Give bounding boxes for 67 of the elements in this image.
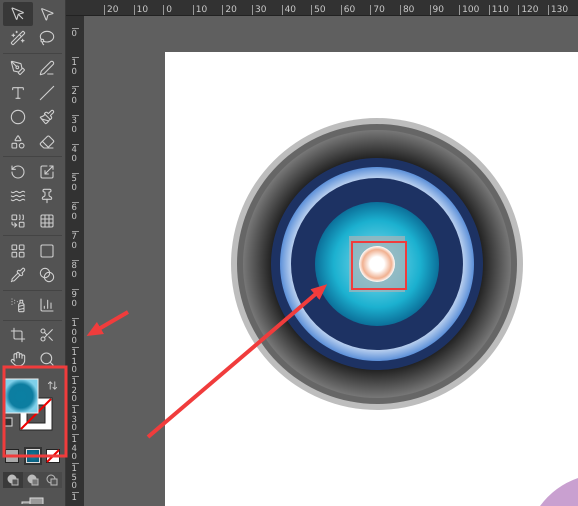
ruler-label: 80 — [72, 260, 78, 289]
lasso-icon — [39, 30, 56, 46]
ruler-label: 70 — [72, 231, 78, 260]
hand-icon — [10, 351, 26, 368]
ruler-label: 30 — [72, 115, 78, 144]
ruler-label: 100 — [459, 5, 489, 15]
ruler-label: 130 — [548, 5, 578, 15]
ruler-label: 90 — [72, 289, 78, 318]
swap-arrow-icon[interactable] — [47, 380, 58, 392]
rotate-icon — [10, 164, 26, 180]
filled-cursor-icon — [39, 6, 56, 22]
bar-graph-icon — [39, 296, 56, 313]
scale-icon — [39, 164, 56, 180]
ruler-label: 140 — [72, 434, 78, 463]
ruler-label: 70 — [370, 5, 400, 15]
shapes-icon — [10, 134, 26, 150]
scissors-icon — [39, 326, 56, 343]
ruler-label: 20 — [72, 86, 78, 115]
ruler-label: 150 — [72, 463, 78, 492]
draw-mode-button[interactable] — [3, 472, 23, 488]
round-shape — [540, 478, 578, 506]
ruler-label: 20 — [104, 5, 134, 15]
ruler-label: 110 — [72, 347, 78, 376]
ruler-label: 0 — [72, 28, 78, 57]
ruler-label: 10 — [72, 57, 78, 86]
ruler-label: 30 — [252, 5, 282, 15]
ruler-label: 130 — [72, 405, 78, 434]
ruler-label: 0 — [163, 5, 193, 15]
ruler-label: 60 — [340, 5, 370, 15]
ruler-label: 50 — [311, 5, 341, 15]
tool-button[interactable] — [3, 2, 32, 26]
ruler-label: 120 — [72, 376, 78, 405]
paintbrush-icon — [39, 109, 56, 126]
ruler-label: 100 — [72, 318, 78, 347]
ruler-label: 110 — [488, 5, 518, 15]
pen-nib-icon — [10, 60, 26, 76]
pen-curve-icon — [39, 60, 56, 76]
ruler-label: 120 — [518, 5, 548, 15]
circle-icon — [10, 109, 26, 126]
ruler-label: 10 — [192, 5, 222, 15]
gradient-square-icon — [39, 242, 56, 259]
zoom-icon — [39, 351, 56, 368]
eraser-icon — [39, 134, 56, 150]
highlight-frame — [351, 241, 407, 290]
ruler-label: 90 — [430, 5, 460, 15]
line-icon — [39, 84, 56, 101]
blend-icon — [39, 267, 56, 284]
ruler-label: 20 — [222, 5, 252, 15]
draw-normal-icon — [6, 474, 19, 486]
ruler-label: 80 — [400, 5, 430, 15]
perspective-grid-icon — [39, 212, 56, 229]
mesh-icon — [10, 242, 26, 259]
ruler-label: 40 — [282, 5, 312, 15]
ruler-label: 10 — [134, 5, 164, 15]
draw-behind-icon — [26, 474, 38, 486]
eyedropper-icon — [10, 267, 26, 284]
ruler-label: 50 — [72, 173, 78, 202]
type-icon — [10, 84, 26, 101]
shape-builder-icon — [10, 212, 26, 229]
ruler-label: 60 — [72, 202, 78, 231]
artboard-icon — [10, 326, 26, 343]
screen-mode-icon[interactable] — [20, 497, 44, 504]
pointer-arrow — [86, 310, 129, 336]
magic-wand-icon — [10, 30, 26, 46]
ruler-label: 1 — [72, 492, 78, 506]
ruler-label: 40 — [72, 144, 78, 173]
arrow-cursor-icon — [10, 6, 26, 22]
